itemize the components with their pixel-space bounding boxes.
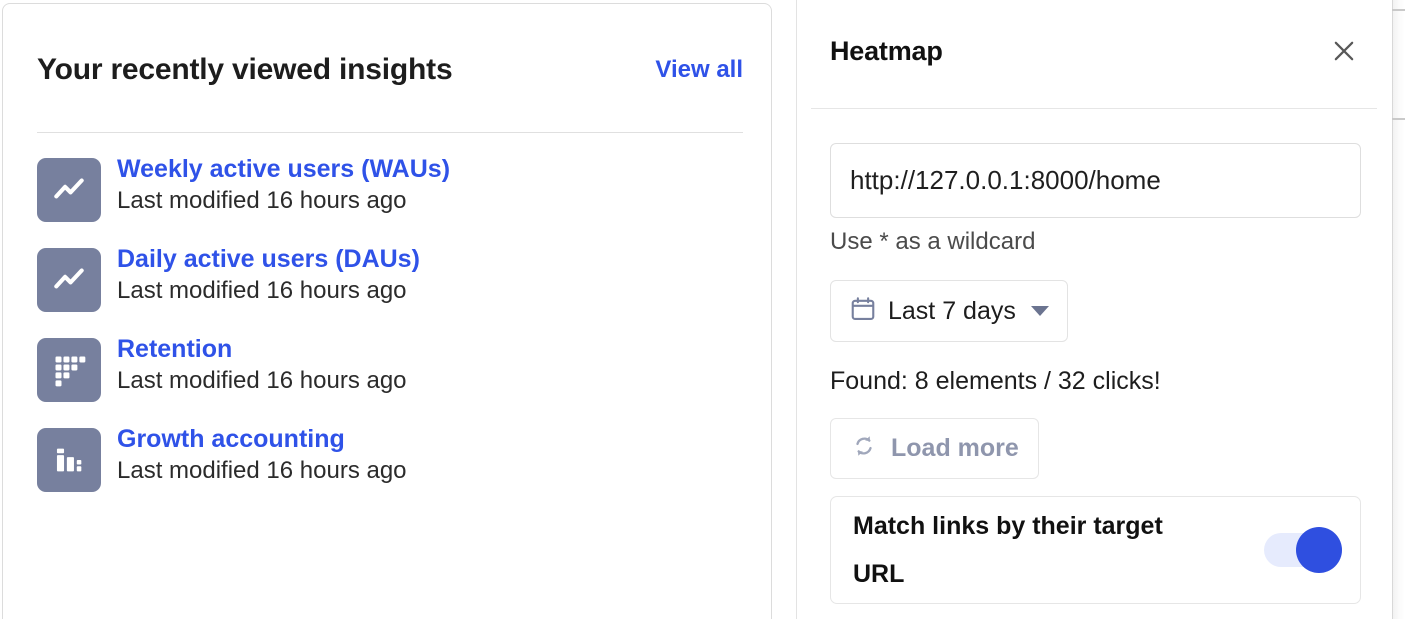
calendar-icon <box>849 295 877 328</box>
sliver-divider-top <box>1392 9 1405 11</box>
match-links-setting-card: Match links by their target URL <box>830 496 1361 604</box>
close-icon[interactable] <box>1325 32 1363 70</box>
insight-link[interactable]: Growth accounting <box>117 424 407 454</box>
date-range-picker[interactable]: Last 7 days <box>830 280 1068 342</box>
adjacent-surface-sliver <box>1392 0 1405 619</box>
bar-chart-icon <box>37 428 101 492</box>
toggle-knob <box>1296 527 1342 573</box>
list-item-text: Retention Last modified 16 hours ago <box>117 334 407 398</box>
load-more-button[interactable]: Load more <box>830 418 1039 479</box>
screen-root: Your recently viewed insights View all W… <box>0 0 1405 619</box>
sliver-divider-mid <box>1392 118 1405 120</box>
url-input[interactable] <box>830 143 1361 218</box>
side-panel-title: Heatmap <box>830 36 943 66</box>
insight-last-modified: Last modified 16 hours ago <box>117 367 407 394</box>
header-divider <box>37 132 743 133</box>
list-item-text: Weekly active users (WAUs) Last modified… <box>117 154 450 218</box>
insight-last-modified: Last modified 16 hours ago <box>117 457 407 484</box>
found-status-text: Found: 8 elements / 32 clicks! <box>830 367 1161 395</box>
match-links-toggle[interactable] <box>1264 527 1342 573</box>
match-links-label: Match links by their target URL <box>853 512 1163 588</box>
panel-divider <box>811 108 1377 109</box>
list-item[interactable]: Growth accounting Last modified 16 hours… <box>37 424 743 492</box>
wildcard-hint: Use * as a wildcard <box>830 228 1036 255</box>
insight-link[interactable]: Retention <box>117 334 407 364</box>
retention-grid-icon <box>37 338 101 402</box>
insight-list: Weekly active users (WAUs) Last modified… <box>37 154 743 514</box>
insight-link[interactable]: Weekly active users (WAUs) <box>117 154 450 184</box>
side-panel-header: Heatmap <box>797 0 1391 118</box>
insight-last-modified: Last modified 16 hours ago <box>117 187 407 214</box>
list-item-text: Daily active users (DAUs) Last modified … <box>117 244 420 308</box>
chevron-down-icon <box>1030 306 1049 316</box>
view-all-link[interactable]: View all <box>655 56 743 84</box>
insight-last-modified: Last modified 16 hours ago <box>117 277 407 304</box>
list-item-text: Growth accounting Last modified 16 hours… <box>117 424 407 488</box>
trend-line-icon <box>37 158 101 222</box>
heatmap-side-panel: Heatmap Use * as a wildcard L <box>796 0 1391 619</box>
insight-link[interactable]: Daily active users (DAUs) <box>117 244 420 274</box>
recently-viewed-insights-card: Your recently viewed insights View all W… <box>2 3 772 619</box>
list-item[interactable]: Weekly active users (WAUs) Last modified… <box>37 154 743 222</box>
page-title: Your recently viewed insights <box>37 53 453 86</box>
date-range-label: Last 7 days <box>888 296 1016 325</box>
load-more-label: Load more <box>891 434 1019 462</box>
trend-line-icon <box>37 248 101 312</box>
insights-card-header: Your recently viewed insights View all <box>37 44 743 96</box>
list-item[interactable]: Retention Last modified 16 hours ago <box>37 334 743 402</box>
list-item[interactable]: Daily active users (DAUs) Last modified … <box>37 244 743 312</box>
refresh-icon <box>850 432 878 465</box>
